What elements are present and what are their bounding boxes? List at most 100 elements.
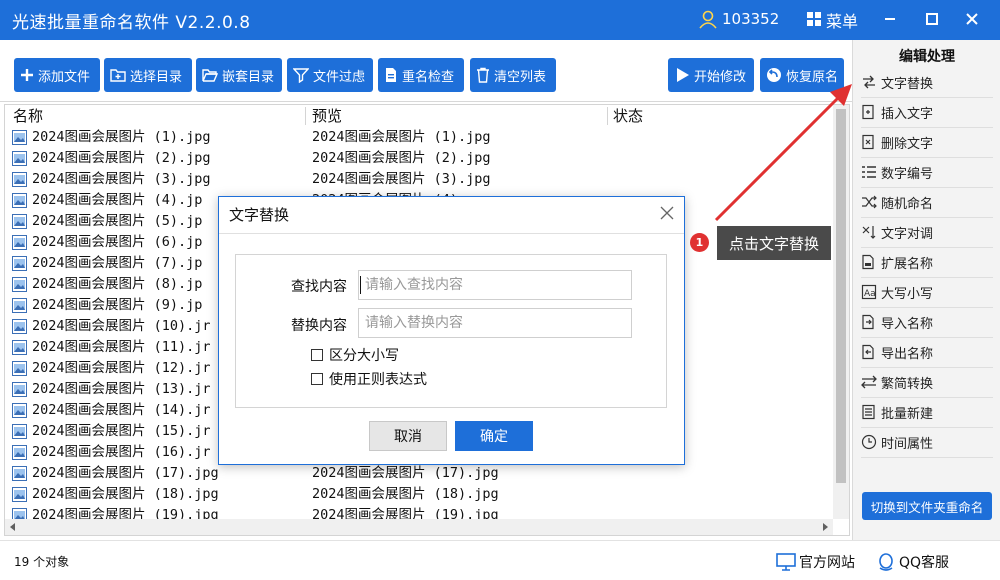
file-row[interactable]: 2024图画会展图片 (1).jpg 2024图画会展图片 (1).jpg bbox=[5, 127, 825, 148]
edit-option-5[interactable]: 随机命名 bbox=[861, 188, 991, 216]
vertical-scrollbar[interactable] bbox=[833, 105, 849, 519]
edit-option-4[interactable]: 数字编号 bbox=[861, 158, 991, 186]
add-files-button[interactable]: 添加文件 bbox=[14, 58, 100, 92]
replace-options-group: 查找内容 替换内容 区分大小写 使用正则表达式 bbox=[235, 254, 667, 408]
case-sensitive-checkbox[interactable]: 区分大小写 bbox=[311, 345, 399, 365]
file-row[interactable]: 2024图画会展图片 (18).jpg 2024图画会展图片 (18).jpg bbox=[5, 484, 825, 505]
switch-folder-rename-button[interactable]: 切换到文件夹重命名 bbox=[862, 492, 992, 520]
column-preview[interactable]: 预览 bbox=[312, 105, 342, 127]
edit-option-10[interactable]: 导出名称 bbox=[861, 338, 991, 366]
edit-option-divider bbox=[861, 457, 993, 458]
checkbox-box[interactable] bbox=[311, 349, 323, 361]
restore-name-label: 恢复原名 bbox=[786, 69, 839, 85]
scrollbar-thumb[interactable] bbox=[836, 109, 846, 483]
edit-option-label: 繁简转换 bbox=[881, 376, 934, 392]
monitor-icon bbox=[776, 553, 796, 571]
image-file-icon bbox=[12, 256, 27, 271]
find-input[interactable] bbox=[358, 270, 632, 300]
add-files-label: 添加文件 bbox=[38, 69, 91, 85]
file-preview: 2024图画会展图片 (2).jpg bbox=[312, 150, 491, 166]
horizontal-scrollbar[interactable] bbox=[5, 519, 833, 535]
close-button[interactable] bbox=[958, 6, 986, 32]
image-file-icon bbox=[12, 151, 27, 166]
file-name: 2024图画会展图片 (15).jr bbox=[32, 423, 211, 439]
edit-option-6[interactable]: 文字对调 bbox=[861, 218, 991, 246]
confirm-button[interactable]: 确定 bbox=[455, 421, 533, 451]
numbering-icon bbox=[862, 166, 876, 178]
file-name: 2024图画会展图片 (16).jr bbox=[32, 444, 211, 460]
image-file-icon bbox=[12, 466, 27, 481]
checkbox-box[interactable] bbox=[311, 373, 323, 385]
edit-option-2[interactable]: 插入文字 bbox=[861, 98, 991, 126]
file-name: 2024图画会展图片 (11).jr bbox=[32, 339, 211, 355]
user-icon[interactable] bbox=[698, 9, 718, 29]
edit-option-8[interactable]: Aa 大写小写 bbox=[861, 278, 991, 306]
toolbar: 添加文件 选择目录 嵌套目录 文件过虑 重名检查 清空列表 开始修改 恢复原名 bbox=[0, 40, 852, 102]
edit-option-label: 时间属性 bbox=[881, 436, 934, 452]
extension-icon bbox=[862, 254, 874, 270]
close-icon bbox=[966, 13, 978, 25]
edit-option-3[interactable]: 删除文字 bbox=[861, 128, 991, 156]
column-status[interactable]: 状态 bbox=[613, 105, 643, 127]
insert-text-icon bbox=[862, 104, 874, 120]
scroll-left-icon[interactable] bbox=[9, 523, 17, 531]
swap-icon bbox=[862, 226, 876, 239]
nested-dir-button[interactable]: 嵌套目录 bbox=[196, 58, 282, 92]
edit-panel: 编辑处理 文字替换 插入文字 删除文字 数字编号 随机命名 文字对调 扩展名称 Aa 大写小写导… bbox=[852, 40, 1000, 540]
qq-service-link[interactable]: QQ客服 bbox=[876, 552, 949, 572]
file-row[interactable]: 2024图画会展图片 (17).jpg 2024图画会展图片 (17).jpg bbox=[5, 463, 825, 484]
text-replace-dialog: 文字替换 查找内容 替换内容 区分大小写 使用正则表达式 取消 确定 bbox=[218, 196, 685, 465]
replace-input[interactable] bbox=[358, 308, 632, 338]
image-file-icon bbox=[12, 193, 27, 208]
edit-option-13[interactable]: 时间属性 bbox=[861, 428, 991, 456]
import-icon bbox=[862, 314, 874, 330]
shuffle-icon bbox=[862, 195, 877, 209]
image-file-icon bbox=[12, 403, 27, 418]
dialog-title: 文字替换 bbox=[229, 206, 290, 224]
dialog-close-icon[interactable] bbox=[660, 206, 674, 220]
user-id[interactable]: 103352 bbox=[722, 10, 779, 28]
file-filter-button[interactable]: 文件过虑 bbox=[287, 58, 373, 92]
column-separator[interactable] bbox=[607, 107, 608, 125]
image-file-icon bbox=[12, 214, 27, 229]
edit-option-label: 扩展名称 bbox=[881, 256, 934, 272]
qq-icon bbox=[879, 553, 893, 571]
cancel-button[interactable]: 取消 bbox=[369, 421, 447, 451]
file-row[interactable]: 2024图画会展图片 (2).jpg 2024图画会展图片 (2).jpg bbox=[5, 148, 825, 169]
column-separator[interactable] bbox=[305, 107, 306, 125]
scroll-right-icon[interactable] bbox=[821, 523, 829, 531]
edit-option-9[interactable]: 导入名称 bbox=[861, 308, 991, 336]
edit-option-label: 大写小写 bbox=[881, 286, 934, 302]
replace-icon bbox=[863, 75, 875, 89]
batch-new-icon bbox=[862, 404, 875, 420]
edit-option-label: 文字替换 bbox=[881, 76, 934, 92]
file-row[interactable]: 2024图画会展图片 (3).jpg 2024图画会展图片 (3).jpg bbox=[5, 169, 825, 190]
clock-icon bbox=[861, 434, 877, 450]
rename-check-button[interactable]: 重名检查 bbox=[378, 58, 464, 92]
start-modify-button[interactable]: 开始修改 bbox=[668, 58, 754, 92]
svg-text:Aa: Aa bbox=[864, 289, 876, 299]
grid-menu-icon[interactable] bbox=[806, 11, 822, 27]
export-icon bbox=[862, 344, 874, 360]
minimize-button[interactable] bbox=[876, 6, 904, 32]
restore-name-button[interactable]: 恢复原名 bbox=[760, 58, 844, 92]
edit-option-label: 随机命名 bbox=[881, 196, 934, 212]
select-dir-button[interactable]: 选择目录 bbox=[104, 58, 192, 92]
title-bar: 光速批量重命名软件 V2.2.0.8 103352 菜单 bbox=[0, 0, 1000, 40]
edit-option-11[interactable]: 繁简转换 bbox=[861, 368, 991, 396]
edit-option-1[interactable]: 文字替换 bbox=[861, 68, 991, 96]
filter-icon bbox=[293, 68, 309, 83]
regex-checkbox[interactable]: 使用正则表达式 bbox=[311, 369, 427, 389]
edit-option-7[interactable]: 扩展名称 bbox=[861, 248, 991, 276]
column-name[interactable]: 名称 bbox=[13, 105, 43, 127]
callout-label: 点击文字替换 bbox=[717, 226, 831, 260]
edit-option-label: 导入名称 bbox=[881, 316, 934, 332]
official-website-link[interactable]: 官方网站 bbox=[776, 552, 855, 572]
image-file-icon bbox=[12, 361, 27, 376]
maximize-button[interactable] bbox=[918, 6, 946, 32]
file-name: 2024图画会展图片 (7).jp bbox=[32, 255, 203, 271]
clear-list-button[interactable]: 清空列表 bbox=[470, 58, 556, 92]
edit-option-12[interactable]: 批量新建 bbox=[861, 398, 991, 426]
menu-button[interactable]: 菜单 bbox=[826, 8, 858, 32]
object-count: 19 个对象 bbox=[14, 555, 70, 569]
